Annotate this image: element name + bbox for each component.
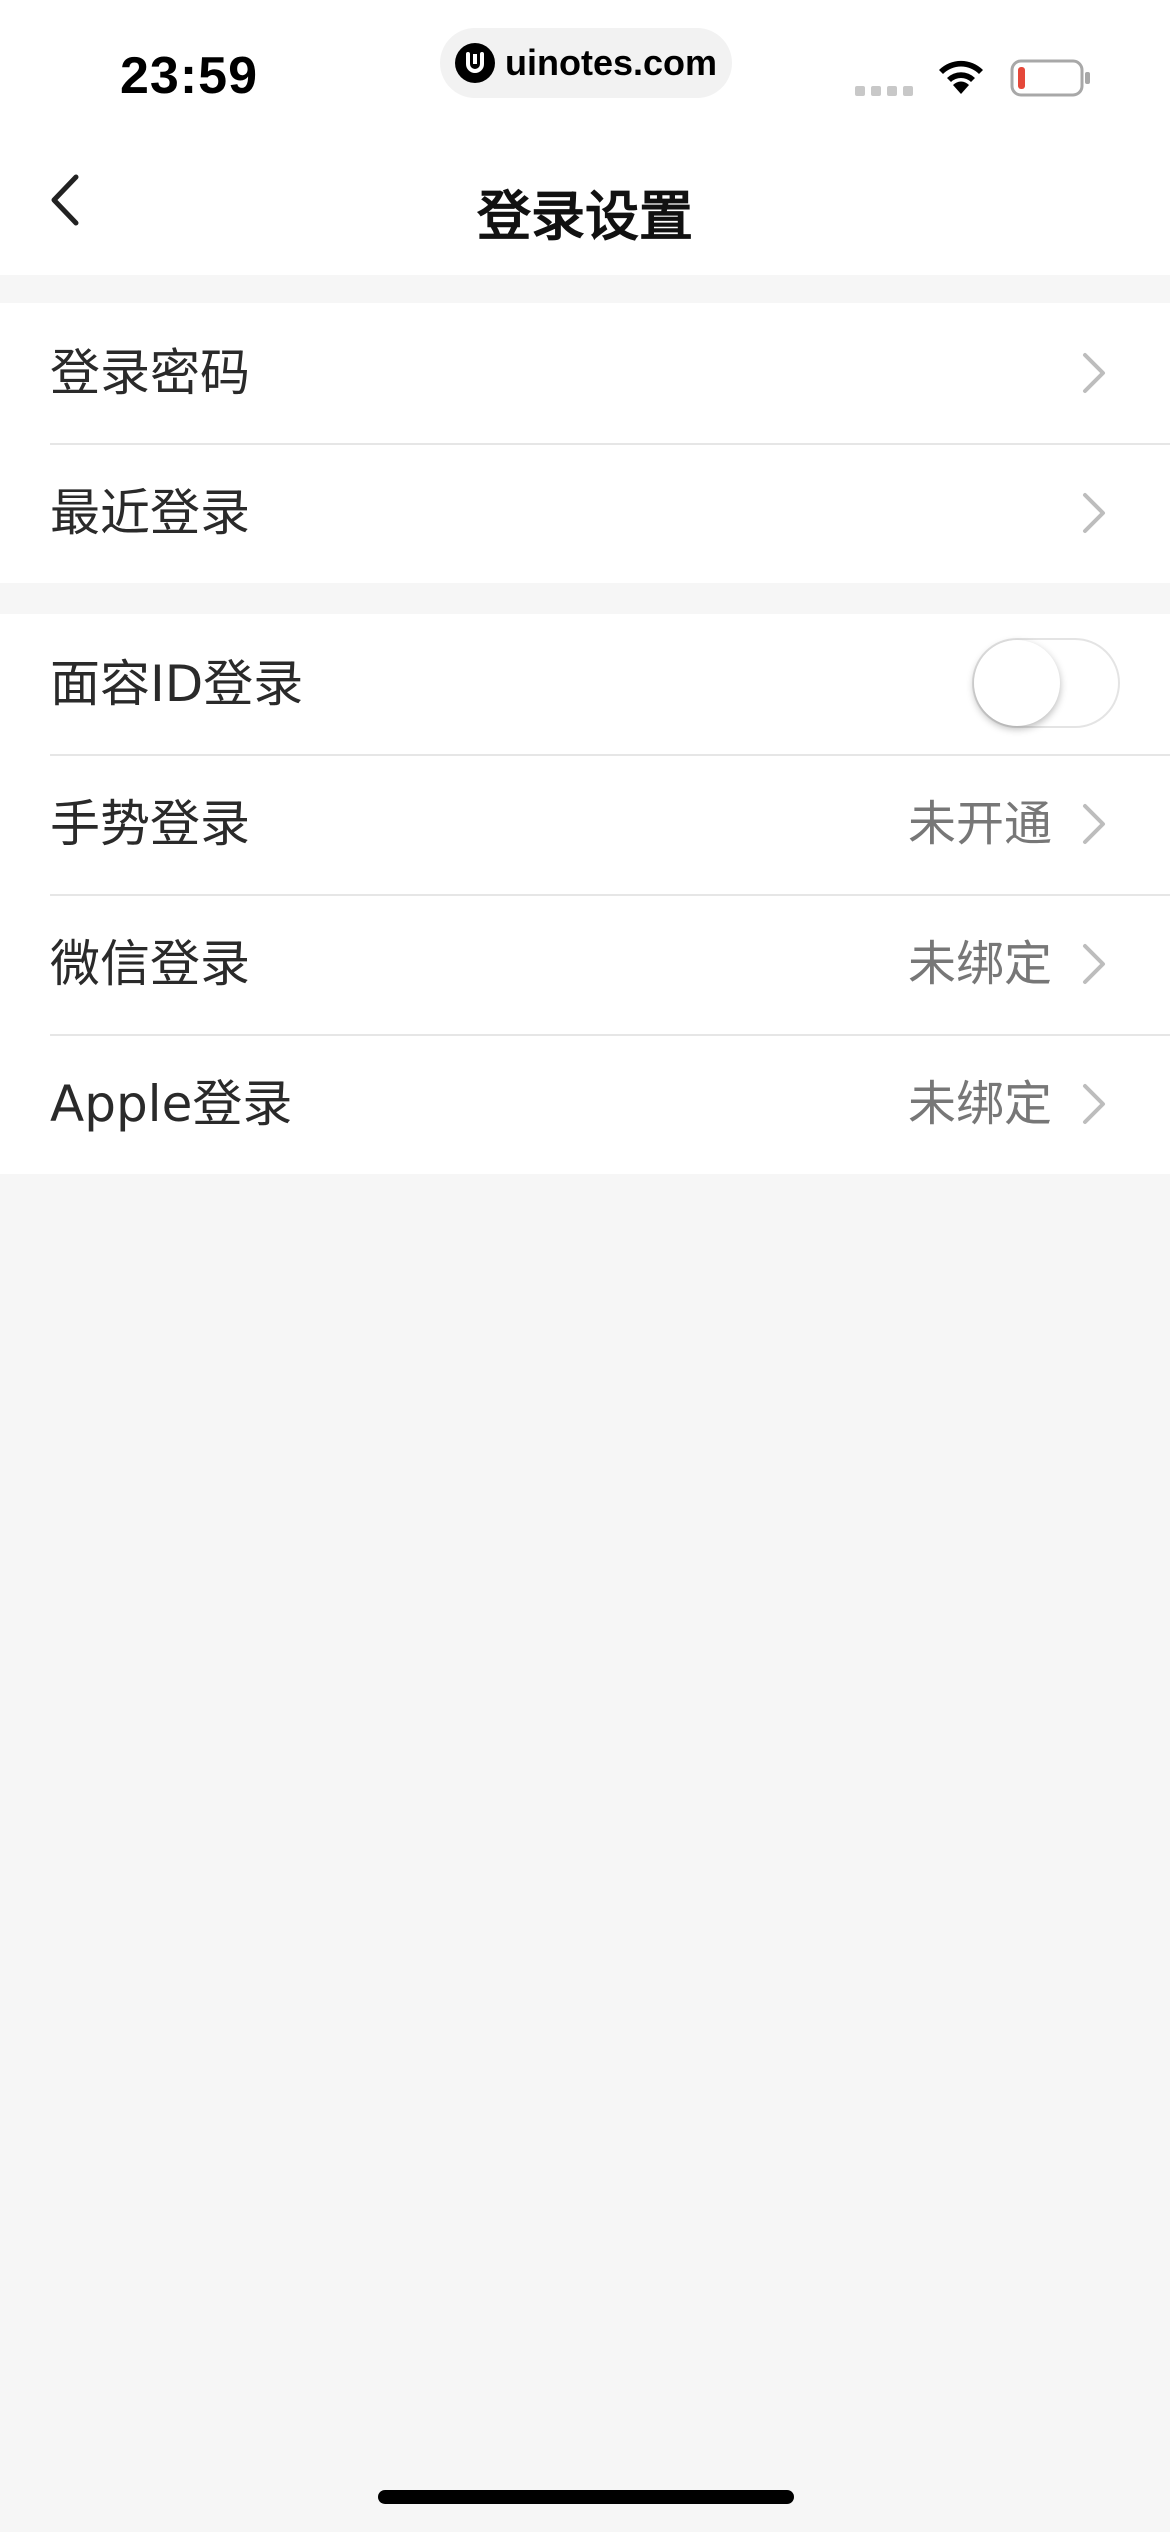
settings-group-password: 登录密码 最近登录 — [0, 303, 1170, 583]
row-recent-login[interactable]: 最近登录 — [0, 443, 1170, 583]
row-label: 微信登录 — [50, 935, 250, 993]
toggle-knob — [974, 640, 1060, 726]
row-label: 手势登录 — [50, 795, 250, 853]
row-apple-login[interactable]: Apple登录 未绑定 — [0, 1034, 1170, 1174]
site-logo-icon — [454, 43, 495, 83]
url-pill[interactable]: uinotes.com — [440, 28, 732, 98]
chevron-right-icon — [1083, 1084, 1105, 1124]
row-label: 登录密码 — [50, 344, 250, 402]
chevron-right-icon — [1083, 804, 1105, 844]
row-wechat-login[interactable]: 微信登录 未绑定 — [0, 894, 1170, 1034]
row-label: 最近登录 — [50, 484, 250, 542]
chevron-right-icon — [1083, 493, 1105, 533]
chevron-right-icon — [1083, 944, 1105, 984]
url-text: uinotes.com — [504, 42, 718, 83]
settings-group-login-methods: 面容ID登录 手势登录 未开通 微信登录 未绑定 Apple登录 未绑定 — [0, 614, 1170, 1174]
status-time: 23:59 — [120, 47, 258, 105]
row-gesture-login[interactable]: 手势登录 未开通 — [0, 754, 1170, 894]
page-title: 登录设置 — [477, 185, 693, 248]
row-login-password[interactable]: 登录密码 — [0, 303, 1170, 443]
face-id-toggle[interactable] — [972, 638, 1120, 728]
nav-bar: 登录设置 — [0, 130, 1170, 275]
chevron-right-icon — [1083, 353, 1105, 393]
cellular-signal-icon — [855, 86, 913, 96]
battery-icon — [1010, 59, 1090, 97]
row-value: 未绑定 — [907, 936, 1052, 992]
row-value: 未开通 — [907, 796, 1052, 852]
home-indicator — [378, 2490, 794, 2504]
row-label: 面容ID登录 — [50, 655, 304, 713]
status-bar: 23:59 uinotes.com — [0, 0, 1170, 130]
row-value: 未绑定 — [907, 1076, 1052, 1132]
wifi-icon — [939, 60, 983, 94]
row-face-id-login: 面容ID登录 — [0, 614, 1170, 754]
row-label: Apple登录 — [50, 1075, 293, 1133]
